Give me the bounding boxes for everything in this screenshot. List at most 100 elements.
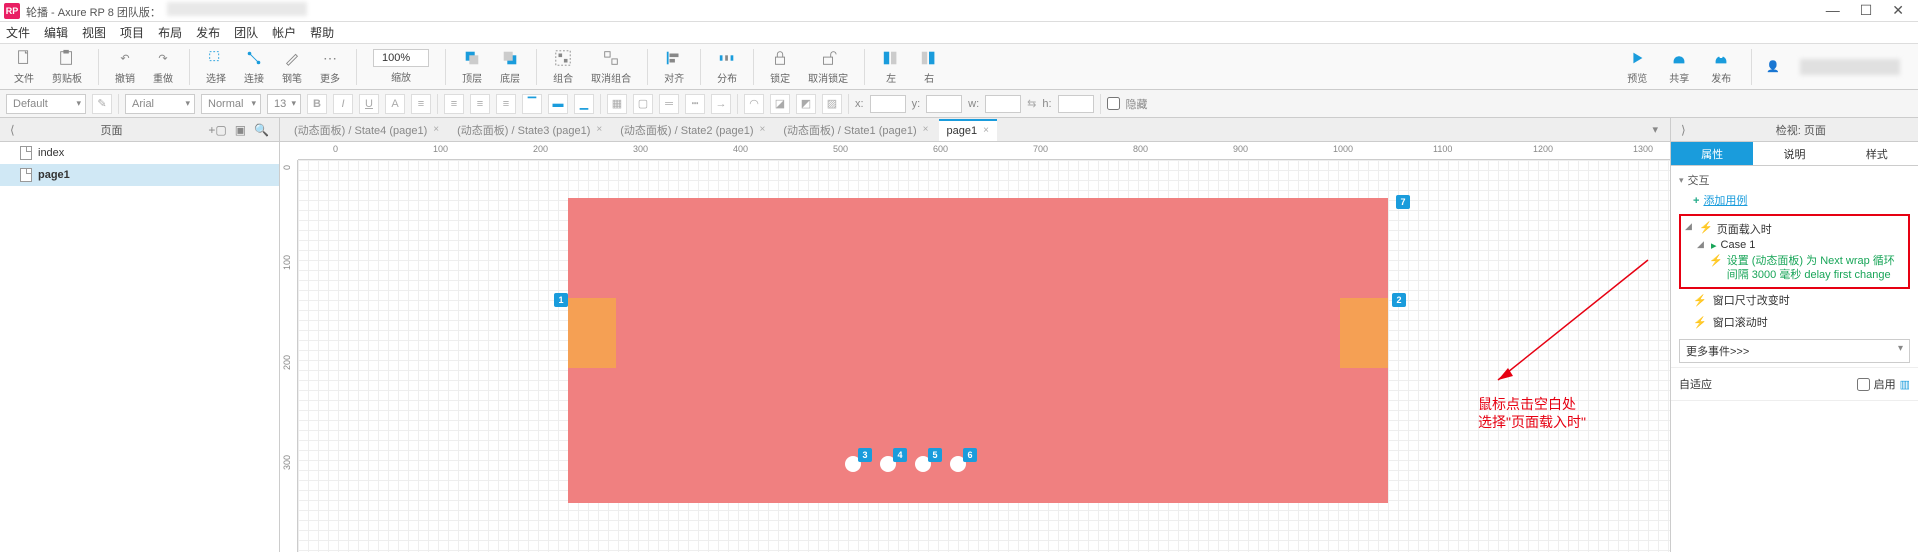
tool-ungroup[interactable]: 取消组合 xyxy=(585,46,637,87)
add-folder-icon[interactable]: ▣ xyxy=(231,123,250,137)
align-left-button[interactable]: ≡ xyxy=(444,94,464,114)
tab-notes[interactable]: 说明 xyxy=(1753,142,1835,165)
action-row[interactable]: ⚡ 设置 (动态面板) 为 Next wrap 循环间隔 3000 毫秒 del… xyxy=(1685,253,1904,283)
tool-clipboard[interactable]: 剪贴板 xyxy=(46,46,88,87)
maximize-button[interactable]: ☐ xyxy=(1860,2,1873,19)
tool-publish[interactable]: 发布 xyxy=(1705,46,1737,87)
page-tree-item[interactable]: index xyxy=(0,142,279,164)
border-style-button[interactable]: ┅ xyxy=(685,94,705,114)
fill-color-button[interactable]: ▦ xyxy=(607,94,627,114)
more-events-select[interactable]: 更多事件>>> xyxy=(1679,339,1910,363)
footnote-marker[interactable]: 1 xyxy=(554,293,568,307)
underline-button[interactable]: U xyxy=(359,94,379,114)
editor-tab[interactable]: (动态面板) / State1 (page1)× xyxy=(775,118,936,142)
tool-unlock[interactable]: 取消锁定 xyxy=(802,46,854,87)
menu-layout[interactable]: 布局 xyxy=(158,24,182,41)
tool-left[interactable]: 左 xyxy=(875,46,907,87)
collapse-left-icon[interactable]: ⟨ xyxy=(6,123,19,137)
tool-align[interactable]: 对齐 xyxy=(658,46,690,87)
tool-distribute[interactable]: 分布 xyxy=(711,46,743,87)
italic-button[interactable]: I xyxy=(333,94,353,114)
menu-account[interactable]: 帐户 xyxy=(272,24,296,41)
page-tree-item[interactable]: page1 xyxy=(0,164,279,186)
event-window-resize[interactable]: ⚡ 窗口尺寸改变时 xyxy=(1679,289,1910,311)
tool-redo[interactable]: ↷ 重做 xyxy=(147,46,179,87)
tool-right[interactable]: 右 xyxy=(913,46,945,87)
case-row[interactable]: ◢ ▸ Case 1 xyxy=(1685,238,1904,253)
valign-bot-button[interactable]: ▁ xyxy=(574,94,594,114)
add-case-link[interactable]: +添加用例 xyxy=(1679,190,1910,210)
footnote-marker[interactable]: 3 xyxy=(858,448,872,462)
close-button[interactable]: ✕ xyxy=(1892,2,1904,19)
font-size-select[interactable]: 13 xyxy=(267,94,301,114)
editor-tab[interactable]: (动态面板) / State2 (page1)× xyxy=(612,118,773,142)
tool-select[interactable]: 选择 xyxy=(200,46,232,87)
valign-mid-button[interactable]: ▬ xyxy=(548,94,568,114)
editor-tab[interactable]: (动态面板) / State3 (page1)× xyxy=(449,118,610,142)
close-tab-icon[interactable]: × xyxy=(983,125,989,136)
tool-undo[interactable]: ↶ 撤销 xyxy=(109,46,141,87)
bold-button[interactable]: B xyxy=(307,94,327,114)
arrow-button[interactable]: → xyxy=(711,94,731,114)
interactions-header[interactable]: ▾ 交互 xyxy=(1679,170,1910,190)
align-right-button[interactable]: ≡ xyxy=(496,94,516,114)
tool-top[interactable]: 顶层 xyxy=(456,46,488,87)
h-input[interactable] xyxy=(1058,95,1094,113)
menu-file[interactable]: 文件 xyxy=(6,24,30,41)
w-input[interactable] xyxy=(985,95,1021,113)
text-color-button[interactable]: A xyxy=(385,94,405,114)
close-tab-icon[interactable]: × xyxy=(433,124,439,135)
menu-view[interactable]: 视图 xyxy=(82,24,106,41)
dynamic-panel-widget[interactable] xyxy=(568,198,1388,503)
close-tab-icon[interactable]: × xyxy=(596,124,602,135)
search-icon[interactable]: 🔍 xyxy=(250,123,273,137)
border-width-button[interactable]: ═ xyxy=(659,94,679,114)
nav-prev-widget[interactable] xyxy=(568,298,616,368)
tool-share[interactable]: 共享 xyxy=(1663,46,1695,87)
tab-properties[interactable]: 属性 xyxy=(1671,142,1753,165)
corner-radius-button[interactable]: ◠ xyxy=(744,94,764,114)
style-select[interactable]: Default xyxy=(6,94,86,114)
tool-lock[interactable]: 锁定 xyxy=(764,46,796,87)
menu-edit[interactable]: 编辑 xyxy=(44,24,68,41)
design-canvas[interactable]: 1 2 7 3 4 5 6 鼠标点击空白处 选择"页面载入时" xyxy=(298,160,1670,552)
bullets-button[interactable]: ≡ xyxy=(411,94,431,114)
tab-dropdown-icon[interactable]: ▾ xyxy=(1646,123,1664,136)
border-color-button[interactable]: ▢ xyxy=(633,94,653,114)
footnote-marker[interactable]: 6 xyxy=(963,448,977,462)
footnote-marker[interactable]: 4 xyxy=(893,448,907,462)
valign-top-button[interactable]: ▔ xyxy=(522,94,542,114)
user-icon[interactable]: 👤 xyxy=(1766,60,1780,73)
adaptive-settings-icon[interactable]: ▥ xyxy=(1900,378,1910,391)
minimize-button[interactable]: — xyxy=(1826,2,1840,19)
font-weight-select[interactable]: Normal xyxy=(201,94,261,114)
event-page-load[interactable]: ◢ ⚡ 页面载入时 xyxy=(1685,220,1904,238)
add-page-icon[interactable]: +▢ xyxy=(204,123,230,137)
hidden-checkbox[interactable] xyxy=(1107,97,1120,110)
event-window-scroll[interactable]: ⚡ 窗口滚动时 xyxy=(1679,311,1910,333)
lock-wh-icon[interactable]: ⇆ xyxy=(1027,97,1036,110)
footnote-marker[interactable]: 7 xyxy=(1396,195,1410,209)
adaptive-enable-checkbox[interactable] xyxy=(1857,378,1870,391)
y-input[interactable] xyxy=(926,95,962,113)
tab-style[interactable]: 样式 xyxy=(1836,142,1918,165)
style-edit-icon[interactable]: ✎ xyxy=(92,94,112,114)
tool-zoom[interactable]: 100% 缩放 xyxy=(367,47,435,86)
shadow-ext-button[interactable]: ◪ xyxy=(770,94,790,114)
tool-connect[interactable]: 连接 xyxy=(238,46,270,87)
font-select[interactable]: Arial xyxy=(125,94,195,114)
menu-team[interactable]: 团队 xyxy=(234,24,258,41)
tool-file[interactable]: 文件 xyxy=(8,46,40,87)
opacity-button[interactable]: ▨ xyxy=(822,94,842,114)
menu-project[interactable]: 项目 xyxy=(120,24,144,41)
tool-bottom[interactable]: 底层 xyxy=(494,46,526,87)
align-center-button[interactable]: ≡ xyxy=(470,94,490,114)
close-tab-icon[interactable]: × xyxy=(760,124,766,135)
editor-tab[interactable]: (动态面板) / State4 (page1)× xyxy=(286,118,447,142)
editor-tab[interactable]: page1× xyxy=(939,119,997,141)
shadow-int-button[interactable]: ◩ xyxy=(796,94,816,114)
tool-group-btn[interactable]: 组合 xyxy=(547,46,579,87)
tool-preview[interactable]: 预览 xyxy=(1621,46,1653,87)
tool-more[interactable]: ⋯ 更多 xyxy=(314,46,346,87)
menu-help[interactable]: 帮助 xyxy=(310,24,334,41)
